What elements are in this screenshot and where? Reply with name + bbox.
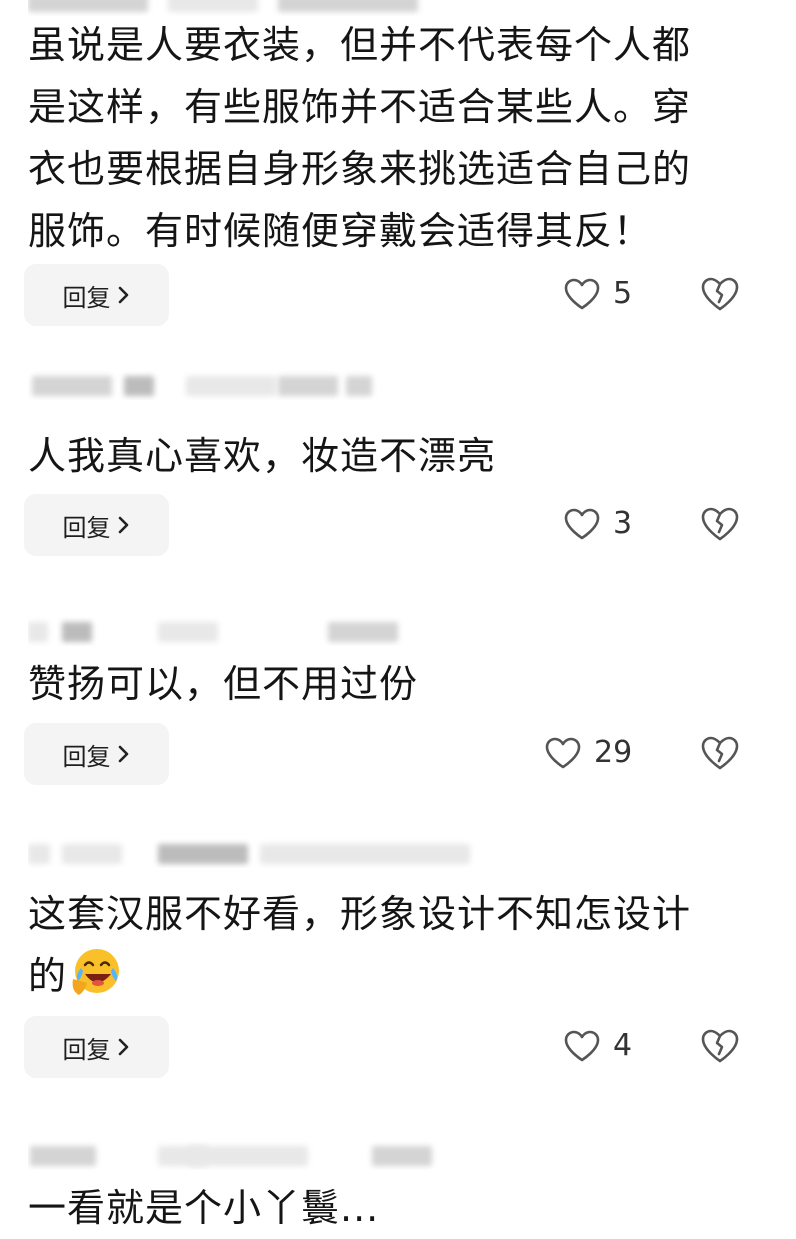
comment-3-meta-blurred (28, 616, 488, 646)
reply-label: 回复 (62, 1035, 111, 1064)
like-button[interactable]: 29 (544, 735, 632, 770)
heart-outline-icon (564, 1030, 600, 1061)
laughing-crying-emoji-icon (72, 949, 120, 995)
comment-2-text: 人我真心喜欢，妆造不漂亮 (28, 434, 497, 478)
chevron-right-icon (118, 745, 128, 763)
dislike-button[interactable] (700, 735, 740, 775)
heart-outline-icon (564, 508, 600, 539)
broken-heart-icon (701, 736, 739, 770)
broken-heart-icon (701, 1029, 739, 1063)
chevron-right-icon (118, 1038, 128, 1056)
reply-label: 回复 (62, 283, 111, 312)
reply-label: 回复 (62, 742, 111, 771)
like-button[interactable]: 5 (563, 276, 632, 311)
broken-heart-icon (701, 507, 739, 541)
dislike-button[interactable] (700, 276, 740, 316)
reply-button[interactable]: 回复 (24, 723, 169, 785)
chevron-right-icon (118, 286, 128, 304)
like-button[interactable]: 4 (563, 1028, 632, 1063)
comment-5-meta-blurred (28, 1140, 488, 1170)
like-count: 5 (613, 276, 633, 311)
heart-outline-icon (545, 737, 581, 768)
like-count: 29 (594, 735, 633, 770)
comment-4-text: 这套汉服不好看，形象设计不知怎设计 的 (28, 892, 692, 998)
reply-button[interactable]: 回复 (24, 494, 169, 556)
reply-button[interactable]: 回复 (24, 264, 169, 326)
like-count: 3 (613, 506, 633, 541)
comment-4-meta-blurred (28, 838, 488, 868)
comment-2-meta-blurred (28, 370, 488, 400)
comment-1-text: 虽说是人要衣装，但并不代表每个人都 是这样，有些服饰并不适合某些人。穿 衣也要根… (28, 23, 692, 253)
like-button[interactable]: 3 (563, 506, 632, 541)
chevron-right-icon (118, 516, 128, 534)
broken-heart-icon (701, 277, 739, 311)
reply-label: 回复 (62, 513, 111, 542)
comment-5-text: 一看就是个小丫鬟... (28, 1186, 380, 1230)
dislike-button[interactable] (700, 1028, 740, 1068)
heart-outline-icon (564, 278, 600, 309)
like-count: 4 (613, 1028, 633, 1063)
comment-3-text: 赞扬可以，但不用过份 (28, 662, 419, 706)
reply-button[interactable]: 回复 (24, 1016, 169, 1078)
dislike-button[interactable] (700, 506, 740, 546)
